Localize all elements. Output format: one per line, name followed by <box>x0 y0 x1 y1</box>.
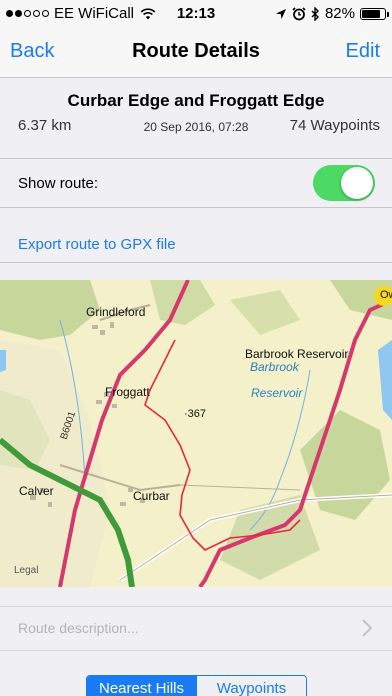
route-summary: Curbar Edge and Froggatt Edge 6.37 km 20… <box>0 79 392 159</box>
map-label-curbar: Curbar <box>133 489 170 503</box>
status-right: 82% <box>275 5 389 22</box>
battery-icon <box>360 7 389 20</box>
alarm-icon <box>292 6 306 20</box>
show-route-toggle[interactable] <box>313 165 375 201</box>
map-label-spot-height: 367 <box>187 408 207 420</box>
battery-percent: 82% <box>324 5 355 22</box>
wifi-icon <box>140 7 156 19</box>
bluetooth-icon <box>311 6 319 21</box>
route-waypoint-count: 74 Waypoints <box>289 117 380 134</box>
status-bar: EE WiFiCall 12:13 82% <box>0 0 392 28</box>
export-gpx-link[interactable]: Export route to GPX file <box>18 236 176 253</box>
map-label-froggatt: Froggatt <box>105 385 150 399</box>
route-map[interactable]: Grindleford Froggatt ·367 Barbrook Reser… <box>0 280 392 587</box>
hills-waypoints-segmented-control: Nearest Hills Waypoints <box>86 675 307 696</box>
map-legal-link[interactable]: Legal <box>14 565 38 576</box>
export-row: Export route to GPX file <box>0 209 392 263</box>
route-name: Curbar Edge and Froggatt Edge <box>67 91 325 110</box>
tab-nearest-hills[interactable]: Nearest Hills <box>87 676 196 696</box>
carrier-name: EE WiFiCall <box>54 5 135 22</box>
tab-waypoints[interactable]: Waypoints <box>196 676 306 696</box>
signal-strength-icon <box>6 10 49 17</box>
toggle-knob <box>341 167 373 199</box>
map-label-ow: Ow <box>380 289 392 301</box>
page-title: Route Details <box>132 40 260 62</box>
map-label-calver: Calver <box>19 484 54 498</box>
battery-level <box>362 9 381 18</box>
water-area <box>0 350 6 372</box>
map-label-barbrook-water: Barbrook <box>250 360 299 374</box>
map-label-grindleford: Grindleford <box>86 305 146 319</box>
map-label-reservoir-water: Reservoir <box>251 386 303 400</box>
location-arrow-icon <box>275 8 286 19</box>
navigation-bar: Back Route Details Edit <box>0 28 392 78</box>
back-button[interactable]: Back <box>10 40 54 63</box>
status-left: EE WiFiCall <box>6 5 156 22</box>
chevron-right-icon <box>362 619 372 637</box>
show-route-row: Show route: <box>0 160 392 208</box>
route-description-row[interactable]: Route description... <box>0 606 392 651</box>
show-route-label: Show route: <box>18 175 99 192</box>
edit-button[interactable]: Edit <box>346 40 380 63</box>
map-label-barbrook-reservoir: Barbrook Reservoir <box>245 347 349 361</box>
route-description-placeholder: Route description... <box>18 620 139 636</box>
